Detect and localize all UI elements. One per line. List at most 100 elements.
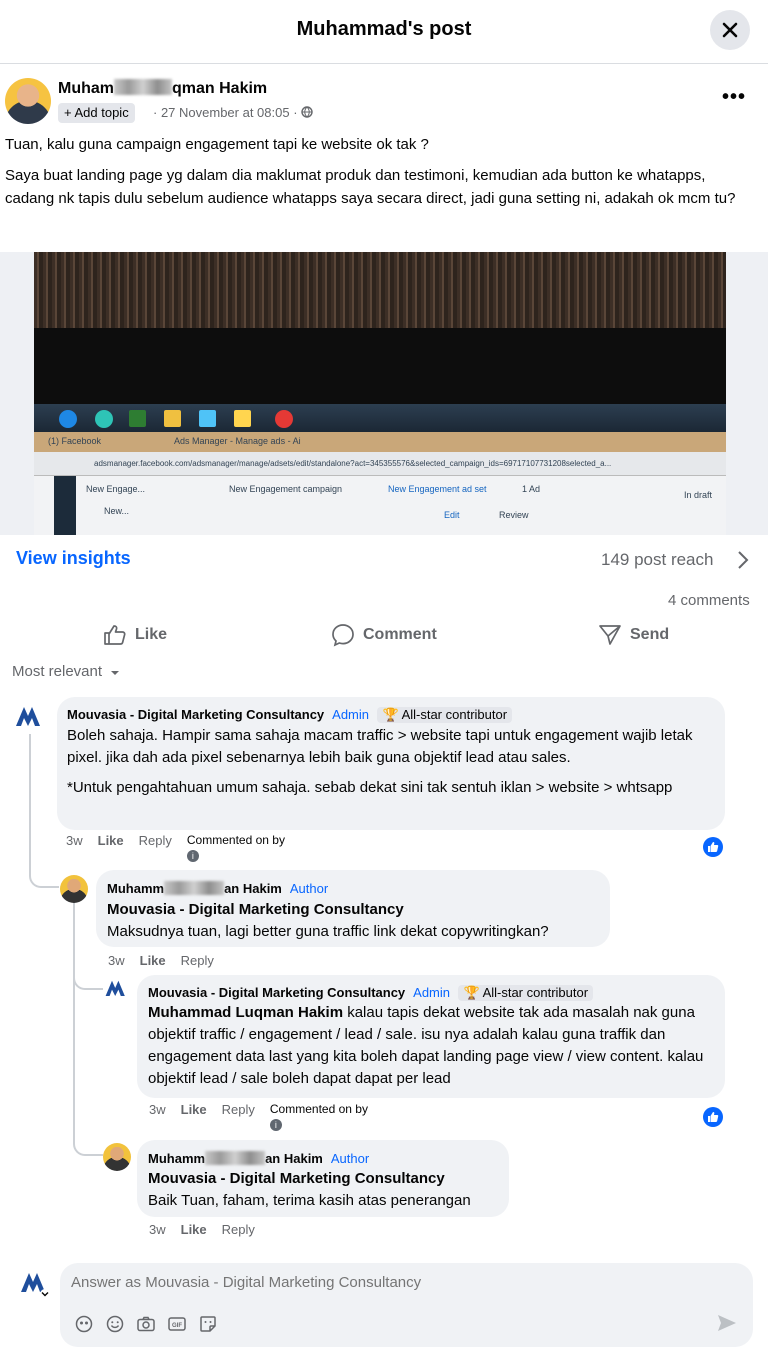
like-button[interactable]: Like	[103, 621, 167, 649]
comment-time[interactable]: 3w	[149, 1102, 166, 1117]
comment-text: *Untuk pengahtahuan umum sahaja. sebab d…	[67, 779, 673, 796]
info-icon[interactable]: i	[269, 1119, 282, 1131]
photo-crumb6: New...	[104, 506, 130, 516]
photo-crumb5: In draft	[684, 490, 713, 500]
comment-header: Muhamm an Hakim Author	[148, 1150, 369, 1168]
photo-crumb2: New Engagement campaign	[229, 484, 343, 494]
comments-count[interactable]: 4 comments	[668, 592, 750, 609]
author-avatar[interactable]	[5, 78, 51, 124]
all-star-label: All-star contributor	[482, 985, 589, 1000]
author-name-start: Muham	[58, 80, 114, 97]
post-reach: 149 post reach	[601, 550, 714, 569]
comment-bubble: Muhamm an Hakim Author Mouvasia - Digital …	[96, 870, 610, 947]
redacted-blur	[164, 881, 225, 895]
redacted-blur	[205, 1151, 266, 1165]
comment-actions: 3w Like Reply Commented on by i	[66, 833, 285, 862]
add-topic-button[interactable]: + Add topic	[58, 103, 135, 123]
commenter-name[interactable]: Mouvasia - Digital Marketing Consultancy	[67, 707, 324, 722]
comment-like-button[interactable]: Like	[181, 1222, 207, 1237]
comment-input[interactable]	[71, 1274, 731, 1291]
commented-on-by-label: Commented on by	[186, 833, 285, 847]
thumbs-up-filled-icon	[708, 1112, 719, 1122]
trophy-icon: 🏆	[382, 707, 399, 722]
post-text-line1: Tuan, kalu guna campaign engagement tapi…	[5, 136, 429, 153]
comment-bubble: Mouvasia - Digital Marketing Consultancy…	[57, 697, 725, 830]
comment-actions: 3w Like Reply	[108, 953, 214, 968]
post-timestamp[interactable]: · 27 November at 08:05 ·	[153, 105, 313, 120]
commenter-avatar-mouvasia[interactable]	[13, 700, 45, 732]
comment-filter-label: Most relevant	[12, 663, 103, 680]
like-reaction-badge[interactable]	[703, 837, 723, 857]
page-title: Muhammad's post	[296, 18, 472, 40]
comment-label: Comment	[363, 626, 437, 643]
comment-time[interactable]: 3w	[149, 1222, 166, 1237]
post-author-name[interactable]: Muham qman Hakim	[58, 79, 267, 98]
comment-reply-button[interactable]: Reply	[181, 953, 214, 968]
post-text-para2: Saya buat landing page yg dalam dia makl…	[5, 167, 736, 207]
comment-time[interactable]: 3w	[108, 953, 125, 968]
send-comment-icon[interactable]	[717, 1314, 737, 1332]
comment-reply-button[interactable]: Reply	[222, 1102, 255, 1117]
camera-button[interactable]	[135, 1313, 156, 1334]
svg-text:GIF: GIF	[172, 1323, 182, 1329]
comment-like-button[interactable]: Like	[181, 1102, 207, 1117]
photo-screen: New Engage... New Engagement campaign Ne…	[34, 476, 726, 535]
photo-crumb1: New Engage...	[86, 484, 146, 494]
info-icon[interactable]: i	[186, 850, 199, 862]
author-name-end: qman Hakim	[172, 80, 268, 97]
tagged-profile-link[interactable]: Mouvasia - Digital Marketing Consultancy	[148, 1170, 445, 1187]
photo-url: adsmanager.facebook.com/adsmanager/manag…	[94, 459, 612, 468]
comment-filter-dropdown[interactable]: Most relevant	[12, 663, 120, 680]
photo-wall	[34, 252, 726, 328]
thread-connector	[29, 862, 59, 888]
commenter-name[interactable]: Muhamm an Hakim	[107, 881, 282, 896]
commenter-avatar-author[interactable]	[103, 1143, 131, 1171]
comment-text: Maksudnya tuan, lagi better guna traffic…	[107, 923, 549, 940]
author-badge: Author	[330, 1151, 370, 1166]
comment-reply-button[interactable]: Reply	[139, 833, 172, 848]
admin-badge: Admin	[332, 707, 370, 722]
comment-bubble: Mouvasia - Digital Marketing Consultancy…	[137, 975, 725, 1098]
comment-button[interactable]: Comment	[331, 621, 437, 649]
comment-like-button[interactable]: Like	[98, 833, 124, 848]
photo-tab1: (1) Facebook	[48, 436, 102, 446]
tagged-profile-link[interactable]: Muhammad Luqman Hakim	[148, 1004, 343, 1021]
commented-on-by: Commented on by i	[186, 833, 285, 862]
comment-reply-button[interactable]: Reply	[222, 1222, 255, 1237]
comment-like-button[interactable]: Like	[140, 953, 166, 968]
gif-button[interactable]: GIF	[166, 1313, 187, 1334]
avatar-sticker-icon	[75, 1315, 92, 1332]
sticker-button[interactable]	[197, 1313, 218, 1334]
commenter-name[interactable]: Muhamm an Hakim	[148, 1151, 323, 1166]
globe-icon	[301, 106, 313, 118]
tagged-profile-link[interactable]: Mouvasia - Digital Marketing Consultancy	[107, 901, 404, 918]
sticker-icon	[199, 1315, 216, 1332]
comment-actions: 3w Like Reply Commented on by i	[149, 1102, 368, 1131]
commenter-avatar-mouvasia[interactable]	[103, 975, 129, 1001]
commenter-name[interactable]: Mouvasia - Digital Marketing Consultancy	[148, 985, 405, 1000]
post-meta-text: · 27 November at 08:05 ·	[153, 105, 298, 120]
chevron-right-icon[interactable]	[736, 549, 750, 571]
like-reaction-badge[interactable]	[703, 1107, 723, 1127]
comment-icon	[332, 624, 354, 647]
close-button[interactable]	[710, 10, 750, 50]
comment-bubble: Muhamm an Hakim Author Mouvasia - Digital …	[137, 1140, 509, 1217]
all-star-badge[interactable]: 🏆 All-star contributor	[458, 985, 594, 1001]
comment-time[interactable]: 3w	[66, 833, 83, 848]
comment-header: Mouvasia - Digital Marketing Consultancy…	[148, 984, 594, 1002]
chevron-down-icon[interactable]	[39, 1289, 51, 1299]
post-photo[interactable]: (1) Facebook Ads Manager - Manage ads - …	[0, 252, 768, 535]
all-star-badge[interactable]: 🏆 All-star contributor	[377, 707, 513, 723]
more-options-icon[interactable]: •••	[722, 86, 746, 109]
photo-address-bar: adsmanager.facebook.com/adsmanager/manag…	[34, 452, 726, 476]
all-star-label: All-star contributor	[401, 707, 508, 722]
avatar-sticker-button[interactable]	[73, 1313, 94, 1334]
commenter-avatar-author[interactable]	[60, 875, 88, 903]
send-button[interactable]: Send	[598, 621, 669, 649]
emoji-button[interactable]	[104, 1313, 125, 1334]
photo-taskbar	[34, 404, 726, 434]
redacted-blur	[114, 79, 172, 95]
comment-text: Baik Tuan, faham, terima kasih atas pene…	[148, 1192, 471, 1209]
view-insights-link[interactable]: View insights	[16, 548, 131, 569]
send-label: Send	[630, 626, 670, 643]
